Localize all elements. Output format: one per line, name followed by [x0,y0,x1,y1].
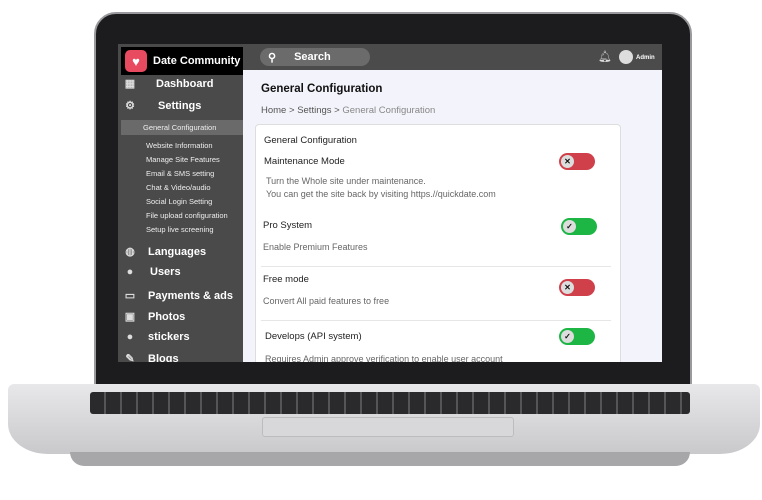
divider [261,320,611,321]
setting-desc: Enable Premium Features [263,242,368,252]
pro-system-toggle[interactable]: ✓ [561,218,597,235]
sub-manage-site-features[interactable]: Manage Site Features [146,155,220,164]
setting-title: Pro System [263,220,313,231]
search-input[interactable]: ⚲ Search [260,48,370,66]
card-heading: General Configuration [264,135,357,146]
user-name[interactable]: Admin [636,55,655,61]
setting-title: Develops (API system) [265,331,362,342]
sub-general-configuration[interactable]: General Configuration [121,120,243,135]
edit-icon: ✎ [125,353,135,362]
screen: ♥ Date Community ▦ Dashboard ⚙ Settings Gen… [118,44,662,362]
x-icon: ✕ [561,155,574,168]
config-card: General Configuration Maintenance Mode ✕… [255,124,621,362]
crumb-settings[interactable]: Settings [297,105,331,116]
gear-icon: ⚙ [125,100,135,112]
label: Dashboard [156,77,214,90]
globe-icon: ◍ [125,246,135,258]
app-name: Date Community [153,55,241,67]
sub-social-login[interactable]: Social Login Setting [146,197,212,206]
check-icon: ✓ [561,330,574,343]
label: Blogs [148,352,179,363]
setting-title: Maintenance Mode [264,156,345,167]
search-icon: ⚲ [268,51,277,64]
label: Payments & ads [148,289,233,302]
sub-live-screening[interactable]: Setup live screening [146,225,214,234]
user-icon: ● [126,266,134,278]
keyboard [90,392,690,414]
user-icon: ● [126,331,134,343]
sidebar-item-stickers[interactable]: ● stickers [124,331,190,343]
label: Languages [148,245,207,258]
setting-title: Free mode [263,274,309,285]
wallet-icon: ▭ [124,290,136,302]
sidebar-item-languages[interactable]: ◍ Languages [124,245,207,259]
sidebar-item-payments[interactable]: ▭ Payments & ads [124,289,233,303]
page-title: General Configuration [261,83,383,95]
setting-desc: Turn the Whole site under maintenance. [266,176,426,186]
trackpad [262,417,514,437]
label: Users [150,266,181,278]
sub-email-sms[interactable]: Email & SMS setting [146,169,214,178]
logo[interactable]: ♥ Date Community [121,47,243,75]
check-icon: ✓ [563,220,576,233]
sub-file-upload[interactable]: File upload configuration [146,211,228,220]
sep: > [288,105,295,116]
sidebar-item-blogs[interactable]: ✎ Blogs [124,352,179,363]
label: Photos [148,310,186,323]
avatar[interactable] [619,50,633,64]
sidebar-item-dashboard[interactable]: ▦ Dashboard [124,77,214,91]
topbar: ⚲ Search 🔔︎ Admin [243,44,662,70]
divider [261,266,611,267]
x-icon: ✕ [561,281,574,294]
sep: > [334,105,340,116]
sidebar-item-settings[interactable]: ⚙ Settings [124,99,202,113]
free-mode-toggle[interactable]: ✕ [559,279,595,296]
breadcrumb: Home > Settings > General Configuration [261,105,435,116]
heart-icon: ♥ [125,50,147,72]
image-icon: ▣ [124,311,136,323]
sidebar-item-users[interactable]: ● Users [124,266,181,278]
label: Settings [158,99,202,112]
sidebar: ♥ Date Community ▦ Dashboard ⚙ Settings Gen… [118,44,243,362]
crumb-home[interactable]: Home [261,105,286,116]
setting-desc: Requires Admin approve verification to e… [265,354,503,362]
sidebar-item-photos[interactable]: ▣ Photos [124,310,186,324]
setting-desc: You can get the site back by visiting ht… [266,189,496,199]
crumb-current: General Configuration [342,105,436,116]
maintenance-toggle[interactable]: ✕ [559,153,595,170]
api-system-toggle[interactable]: ✓ [559,328,595,345]
label: stickers [148,331,190,343]
bell-icon[interactable]: 🔔︎ [598,50,612,63]
sub-website-information[interactable]: Website Information [146,141,213,150]
search-label: Search [294,51,331,63]
setting-desc: Convert All paid features to free [263,296,390,306]
laptop-foot [70,452,690,466]
grid-icon: ▦ [124,78,136,90]
sub-chat-video[interactable]: Chat & Video/audio [146,183,211,192]
